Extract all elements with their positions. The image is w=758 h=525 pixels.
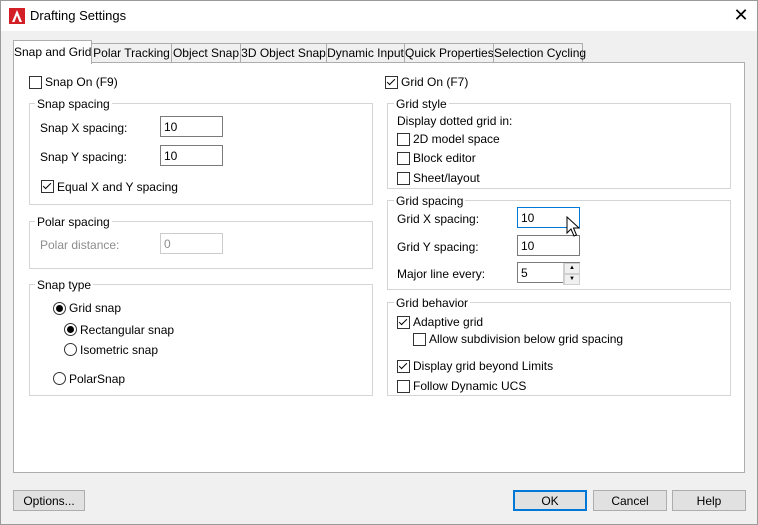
tab-3d-object-snap[interactable]: 3D Object Snap [240, 43, 327, 63]
grid-style-description: Display dotted grid in: [397, 114, 513, 128]
beyond-limits-checkbox[interactable] [397, 360, 410, 373]
window-title: Drafting Settings [30, 8, 127, 23]
ok-button[interactable]: OK [513, 490, 587, 511]
rectangular-snap-label[interactable]: Rectangular snap [80, 323, 174, 337]
grid-y-label: Grid Y spacing: [397, 240, 479, 254]
isometric-snap-label[interactable]: Isometric snap [80, 343, 158, 357]
subdivision-checkbox[interactable] [413, 333, 426, 346]
snap-x-input[interactable]: 10 [160, 116, 223, 137]
tab-selection-cycling[interactable]: Selection Cycling [493, 43, 586, 63]
major-line-spinner[interactable]: ▲ ▼ [563, 263, 580, 285]
grid-snap-label[interactable]: Grid snap [69, 301, 121, 315]
rectangular-snap-radio[interactable] [64, 323, 77, 336]
tab-object-snap[interactable]: Object Snap [171, 43, 241, 63]
sheet-layout-checkbox[interactable] [397, 172, 410, 185]
tab-snap-and-grid[interactable]: Snap and Grid [13, 40, 92, 64]
snap-y-input[interactable]: 10 [160, 145, 223, 166]
grid-y-input[interactable]: 10 [517, 235, 580, 256]
polar-distance-label: Polar distance: [40, 238, 120, 252]
model-space-checkbox[interactable] [397, 133, 410, 146]
tab-dynamic-input[interactable]: Dynamic Input [326, 43, 405, 63]
block-editor-label[interactable]: Block editor [413, 151, 476, 165]
close-icon[interactable]: ✕ [729, 4, 753, 26]
help-button[interactable]: Help [672, 490, 746, 511]
spin-down-icon[interactable]: ▼ [564, 274, 580, 285]
snap-y-label: Snap Y spacing: [40, 150, 127, 164]
block-editor-checkbox[interactable] [397, 152, 410, 165]
spin-up-icon[interactable]: ▲ [564, 263, 580, 274]
beyond-limits-label[interactable]: Display grid beyond Limits [413, 359, 553, 373]
grid-behavior-legend: Grid behavior [394, 296, 471, 310]
grid-x-label: Grid X spacing: [397, 212, 480, 226]
adaptive-grid-checkbox[interactable] [397, 316, 410, 329]
follow-ucs-checkbox[interactable] [397, 380, 410, 393]
tab-quick-properties[interactable]: Quick Properties [404, 43, 494, 63]
snap-spacing-legend: Snap spacing [35, 97, 112, 111]
equal-xy-label[interactable]: Equal X and Y spacing [57, 180, 178, 194]
snap-on-label[interactable]: Snap On (F9) [45, 75, 118, 89]
follow-ucs-label[interactable]: Follow Dynamic UCS [413, 379, 526, 393]
grid-on-label[interactable]: Grid On (F7) [401, 75, 468, 89]
grid-style-legend: Grid style [394, 97, 449, 111]
isometric-snap-radio[interactable] [64, 343, 77, 356]
model-space-label[interactable]: 2D model space [413, 132, 500, 146]
grid-on-checkbox[interactable] [385, 76, 398, 89]
equal-xy-checkbox[interactable] [41, 180, 54, 193]
polarsnap-label[interactable]: PolarSnap [69, 372, 125, 386]
grid-snap-radio[interactable] [53, 302, 66, 315]
options-button[interactable]: Options... [13, 490, 85, 511]
polarsnap-radio[interactable] [53, 372, 66, 385]
tab-polar-tracking[interactable]: Polar Tracking [91, 43, 172, 63]
subdivision-label[interactable]: Allow subdivision below grid spacing [429, 332, 623, 346]
snap-x-label: Snap X spacing: [40, 121, 128, 135]
autocad-app-icon [9, 8, 25, 24]
polar-distance-input[interactable]: 0 [160, 233, 223, 254]
adaptive-grid-label[interactable]: Adaptive grid [413, 315, 483, 329]
grid-spacing-legend: Grid spacing [394, 194, 466, 208]
sheet-layout-label[interactable]: Sheet/layout [413, 171, 480, 185]
polar-spacing-legend: Polar spacing [35, 215, 112, 229]
cancel-button[interactable]: Cancel [593, 490, 667, 511]
major-line-label: Major line every: [397, 267, 486, 281]
mouse-cursor-icon [566, 216, 580, 237]
snap-type-legend: Snap type [35, 278, 94, 292]
snap-on-checkbox[interactable] [29, 76, 42, 89]
